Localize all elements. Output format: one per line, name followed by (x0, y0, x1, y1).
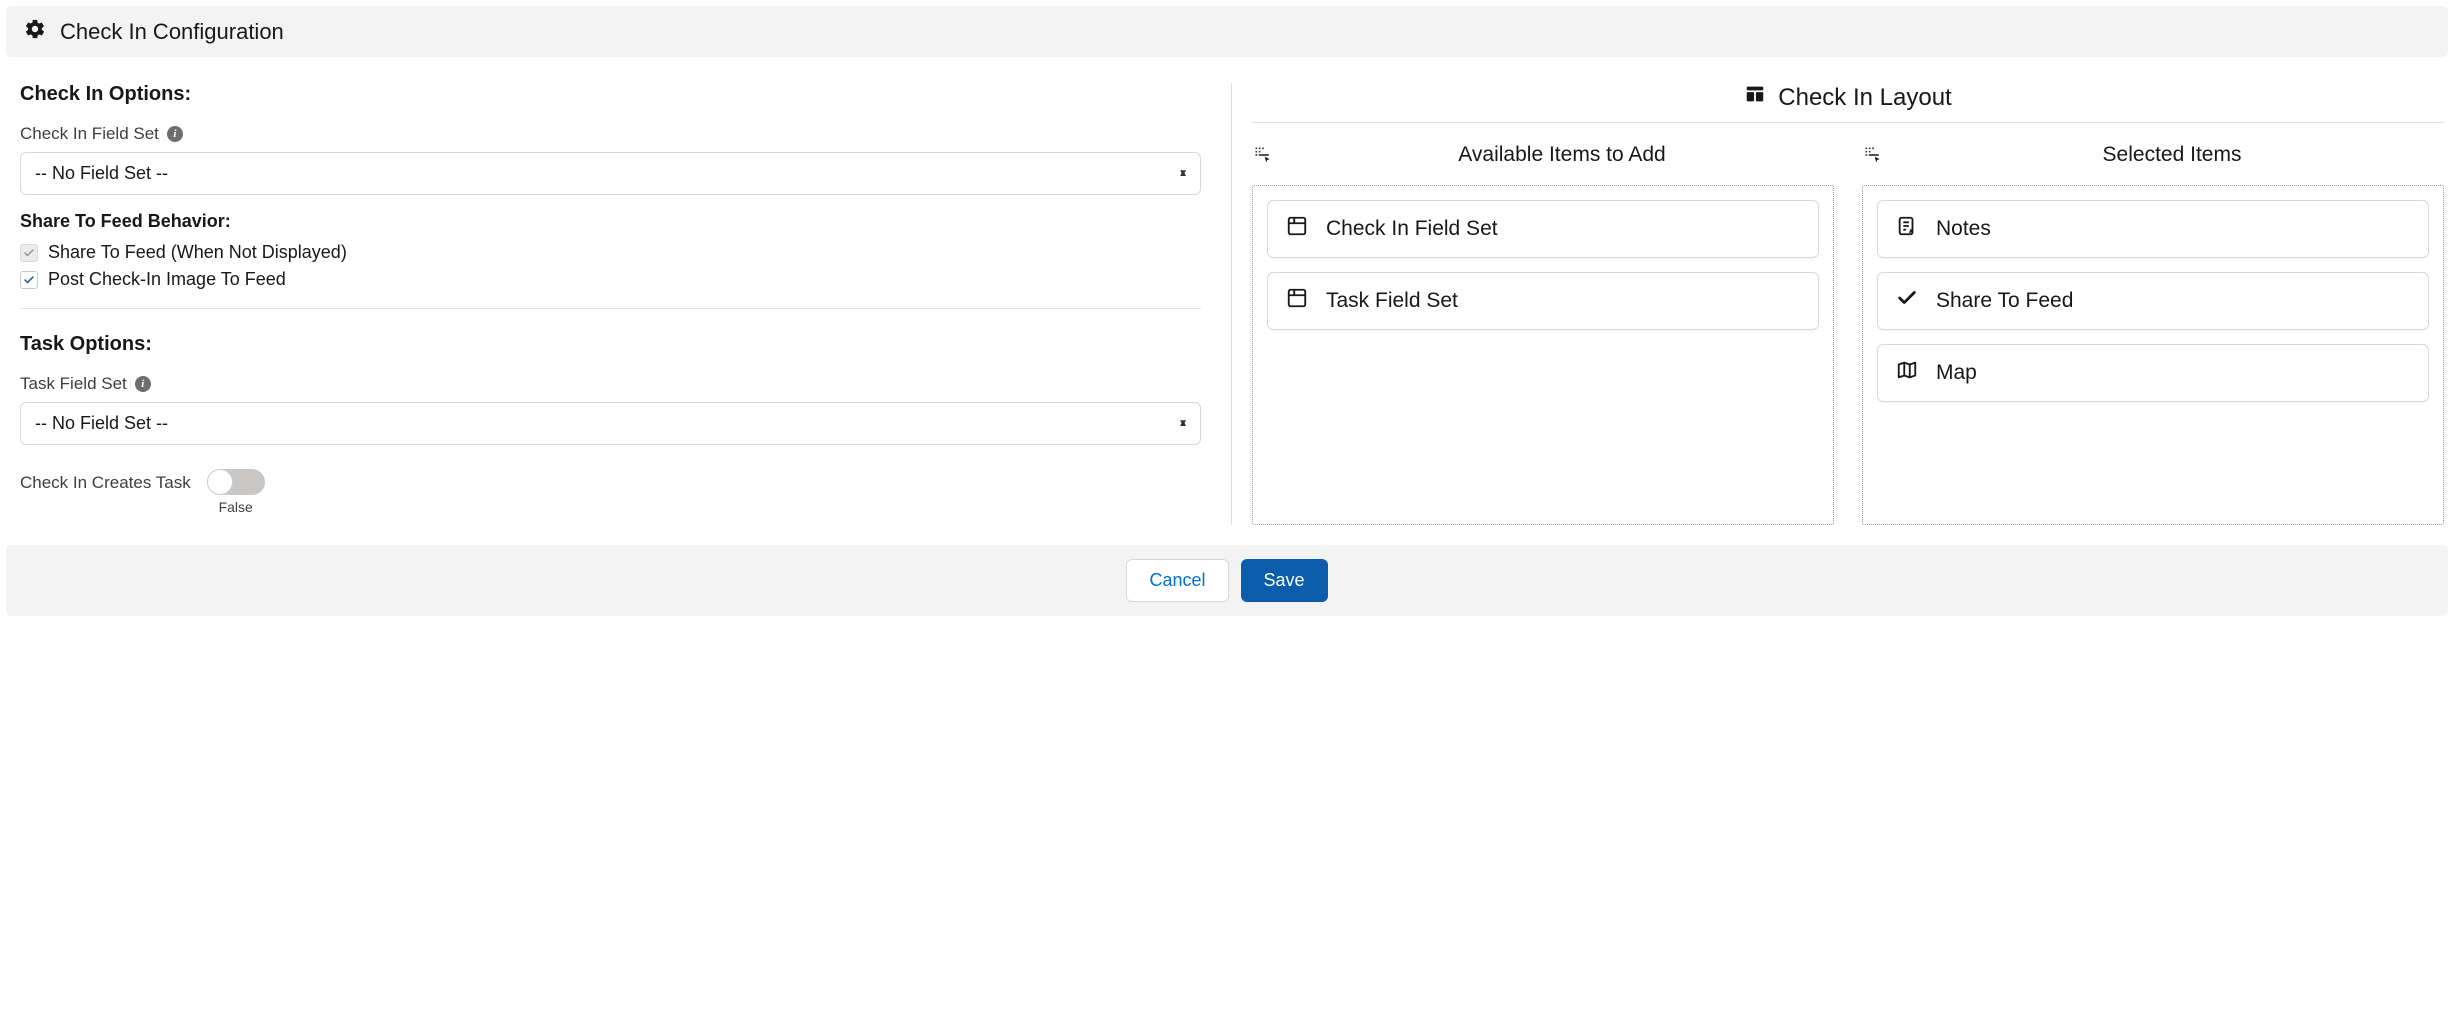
task-options-heading: Task Options: (20, 333, 1201, 356)
info-icon[interactable]: i (135, 376, 151, 392)
drag-handle-icon (1862, 145, 1886, 165)
selected-items-heading: Selected Items (1900, 143, 2444, 167)
layout-icon (1744, 83, 1766, 112)
form-icon (1286, 287, 1308, 315)
selected-item[interactable]: Map (1877, 344, 2429, 402)
available-items-dropzone[interactable]: Check In Field Set Task Field Set (1252, 185, 1834, 525)
page-header: Check In Configuration (6, 6, 2448, 57)
info-icon[interactable]: i (167, 126, 183, 142)
item-label: Notes (1936, 217, 1991, 241)
creates-task-label: Check In Creates Task (20, 469, 191, 493)
selected-items-column: Selected Items Notes Share To Feed (1862, 143, 2444, 525)
footer-bar: Cancel Save (6, 545, 2448, 616)
item-label: Check In Field Set (1326, 217, 1498, 241)
options-panel: Check In Options: Check In Field Set i -… (20, 83, 1232, 525)
available-items-column: Available Items to Add Check In Field Se… (1252, 143, 1834, 525)
form-icon (1286, 215, 1308, 243)
post-image-checkbox-label: Post Check-In Image To Feed (48, 269, 286, 290)
selected-item[interactable]: Notes (1877, 200, 2429, 258)
available-item[interactable]: Check In Field Set (1267, 200, 1819, 258)
check-in-field-set-label-text: Check In Field Set (20, 124, 159, 144)
selected-item[interactable]: Share To Feed (1877, 272, 2429, 330)
item-label: Task Field Set (1326, 289, 1458, 313)
check-in-field-set-value: -- No Field Set -- (35, 163, 168, 183)
task-field-set-label-text: Task Field Set (20, 374, 127, 394)
notes-icon (1896, 215, 1918, 243)
drag-handle-icon (1252, 145, 1276, 165)
item-label: Map (1936, 361, 1977, 385)
share-to-feed-checkbox-label: Share To Feed (When Not Displayed) (48, 242, 347, 263)
post-image-checkbox[interactable] (20, 271, 38, 289)
check-in-options-heading: Check In Options: (20, 83, 1201, 106)
task-field-set-select[interactable]: -- No Field Set -- ▲▼ (20, 402, 1201, 445)
layout-panel: Check In Layout Available Items to Add (1232, 83, 2444, 525)
item-label: Share To Feed (1936, 289, 2073, 313)
check-icon (1896, 287, 1918, 315)
task-field-set-value: -- No Field Set -- (35, 413, 168, 433)
separator (20, 308, 1201, 309)
toggle-knob (207, 469, 233, 495)
layout-title: Check In Layout (1778, 84, 1951, 112)
share-to-feed-behavior-heading: Share To Feed Behavior: (20, 211, 1201, 232)
share-to-feed-checkbox (20, 244, 38, 262)
available-items-heading: Available Items to Add (1290, 143, 1834, 167)
selected-items-dropzone[interactable]: Notes Share To Feed Map (1862, 185, 2444, 525)
available-item[interactable]: Task Field Set (1267, 272, 1819, 330)
creates-task-toggle[interactable] (207, 469, 265, 495)
check-in-field-set-label: Check In Field Set i (20, 124, 1201, 144)
save-button[interactable]: Save (1241, 559, 1328, 602)
cancel-button[interactable]: Cancel (1126, 559, 1228, 602)
check-in-field-set-select[interactable]: -- No Field Set -- ▲▼ (20, 152, 1201, 195)
creates-task-state: False (219, 499, 253, 515)
task-field-set-label: Task Field Set i (20, 374, 1201, 394)
gear-icon (24, 18, 46, 45)
page-title: Check In Configuration (60, 19, 284, 45)
layout-title-row: Check In Layout (1252, 83, 2444, 123)
map-icon (1896, 359, 1918, 387)
